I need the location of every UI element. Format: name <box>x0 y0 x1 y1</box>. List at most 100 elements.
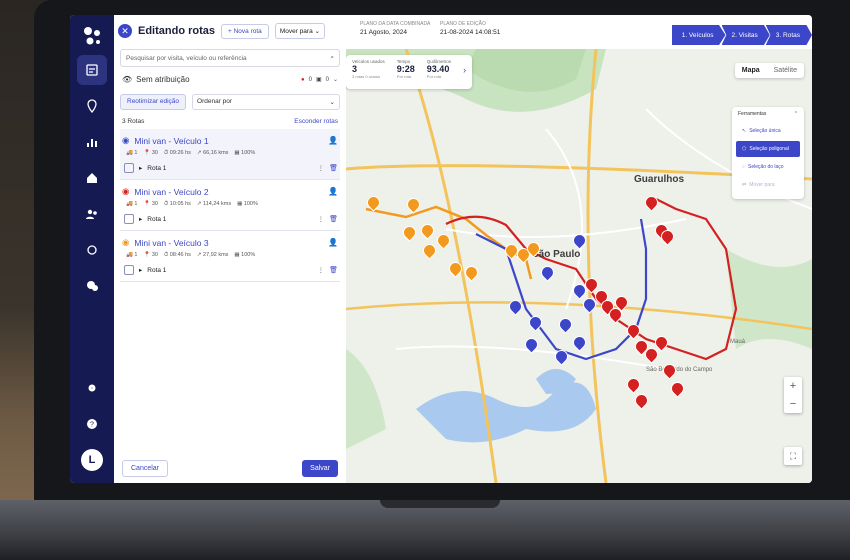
top-bar: PLANO DA DATA COMBINADA 21 Agosto, 2024 … <box>346 15 812 49</box>
step-routes[interactable]: 3. Rotas <box>765 25 812 45</box>
location-pin-icon[interactable] <box>77 91 107 121</box>
sort-chevron-icon: ⌄ <box>329 99 335 106</box>
unassigned-count-b: 0 <box>325 76 329 83</box>
map-type-map[interactable]: Mapa <box>735 63 767 78</box>
expand-chevron-icon[interactable]: ⌄ <box>333 76 338 83</box>
edited-value: 21-08-2024 14:08:51 <box>440 29 501 36</box>
tool-polygon-select[interactable]: ⬠ Seleção poligonal <box>736 141 800 157</box>
vehicle-eye-icon[interactable]: ◉ <box>122 186 129 197</box>
stepper: 1. Veículos 2. Visitas 3. Rotas <box>671 25 812 45</box>
avatar[interactable]: L <box>81 449 103 471</box>
unassigned-count-a: 0 <box>308 76 312 83</box>
stat-load-value: 100% <box>243 201 258 207</box>
search-placeholder: Pesquisar por visita, veículo ou referên… <box>126 54 247 62</box>
new-route-button[interactable]: + Nova rota <box>221 23 269 39</box>
stat-sub: Por rota <box>426 74 442 79</box>
more-options-icon[interactable]: ⋮ <box>318 215 325 223</box>
reoptimize-button[interactable]: Reotimizar edição <box>120 94 187 110</box>
zoom-control: + − <box>784 377 802 413</box>
step-visits[interactable]: 2. Visitas <box>721 25 770 45</box>
stat-time-card: Tempo 9:28 Por rota <box>391 55 421 89</box>
tool-lasso-select[interactable]: ◌ Seleção do laço <box>736 159 800 175</box>
trash-icon[interactable]: 🗑 <box>329 266 338 274</box>
driver-icon[interactable]: 👤 <box>328 136 338 145</box>
route-row[interactable]: ▸ Rota 1 ⋮ 🗑 <box>124 214 338 224</box>
map-type-toggle: Mapa Satélite <box>734 63 804 78</box>
tool-single-select[interactable]: ↖ Seleção única <box>736 123 800 139</box>
route-row[interactable]: ▸ Rota 1 ⋮ 🗑 <box>124 163 338 173</box>
stat-vehicles: 🚚 1 <box>126 150 138 156</box>
route-checkbox[interactable] <box>124 163 134 173</box>
expand-route-icon[interactable]: ▸ <box>139 215 142 223</box>
laptop-base <box>0 500 850 560</box>
vehicle-name: Mini van - Veículo 1 <box>134 135 209 146</box>
map-center-label: São Paulo <box>532 249 581 260</box>
route-row[interactable]: ▸ Rota 1 ⋮ 🗑 <box>124 265 338 275</box>
stat-distance-value: 114,24 kms <box>203 201 232 207</box>
search-input[interactable]: Pesquisar por visita, veículo ou referên… <box>120 49 340 67</box>
settings-circle-icon[interactable] <box>77 235 107 265</box>
unassigned-section[interactable]: 👁 Sem atribuição ● 0 ▣ 0 ⌄ <box>114 69 346 90</box>
stat-vehicles-used: Veículos usados 3 3 rotas 0 ocioso <box>346 55 391 89</box>
vehicle-card[interactable]: ◉ Mini van - Veículo 1 👤 🚚 1 📍 30 ⏱ 09:2… <box>120 129 340 180</box>
action-row: Reotimizar edição Ordenar por ⌄ <box>114 90 346 114</box>
collapse-icon[interactable]: ⌃ <box>794 111 798 117</box>
stat-time-value: 08:46 hs <box>169 252 191 258</box>
routes-nav-icon[interactable] <box>77 55 107 85</box>
vehicle-name: Mini van - Veículo 2 <box>134 186 209 197</box>
vehicle-card[interactable]: ◉ Mini van - Veículo 2 👤 🚚 1 📍 30 ⏱ 10:0… <box>120 180 340 231</box>
move-to-select[interactable]: Mover para ⌄ <box>274 23 325 39</box>
map-city-label: Guarulhos <box>634 174 685 185</box>
home-icon[interactable] <box>77 163 107 193</box>
app-logo-icon[interactable] <box>79 23 105 49</box>
stat-sub: Por rota <box>396 74 412 79</box>
map-view[interactable]: Guarulhos São Paulo Mauá São Bernardo do… <box>346 49 812 483</box>
trash-icon[interactable]: 🗑 <box>329 215 338 223</box>
more-options-icon[interactable]: ⋮ <box>318 164 325 172</box>
sort-select[interactable]: Ordenar por ⌄ <box>192 94 340 110</box>
help-icon[interactable]: ? <box>77 409 107 439</box>
tools-header: Ferramentas ⌃ <box>732 111 804 121</box>
fullscreen-icon[interactable]: ⛶ <box>784 447 802 465</box>
stat-load-value: 100% <box>241 252 256 258</box>
stat-visits-value: 30 <box>151 201 158 207</box>
hide-routes-link[interactable]: Esconder rotas <box>294 118 338 125</box>
stat-visits-value: 30 <box>151 150 158 156</box>
edited-label: PLANO DE EDIÇÃO <box>440 21 486 27</box>
trash-icon[interactable]: 🗑 <box>329 164 338 172</box>
stat-distance: ↗ 66,16 kms <box>196 150 229 156</box>
driver-icon[interactable]: 👤 <box>328 187 338 196</box>
driver-icon[interactable]: 👤 <box>328 238 338 247</box>
tool-label: Seleção poligonal <box>749 146 789 152</box>
chat-icon[interactable] <box>77 271 107 301</box>
step-vehicles[interactable]: 1. Veículos <box>671 25 726 45</box>
tool-move-to[interactable]: ⇄ Mover para <box>736 177 800 193</box>
stats-next-icon[interactable]: › <box>457 55 472 89</box>
analytics-icon[interactable] <box>77 127 107 157</box>
cancel-button[interactable]: Cancelar <box>122 459 169 477</box>
vehicle-eye-icon[interactable]: ◉ <box>122 135 129 146</box>
zoom-in-button[interactable]: + <box>784 377 802 395</box>
save-button[interactable]: Salvar <box>302 459 338 477</box>
zoom-out-button[interactable]: − <box>784 395 802 413</box>
team-icon[interactable] <box>77 199 107 229</box>
route-checkbox[interactable] <box>124 265 134 275</box>
vehicle-eye-icon[interactable]: ◉ <box>122 237 129 248</box>
move-to-label: Mover para <box>279 28 313 35</box>
more-options-icon[interactable]: ⋮ <box>318 266 325 274</box>
expand-route-icon[interactable]: ▸ <box>139 266 142 274</box>
map-type-satellite[interactable]: Satélite <box>767 63 804 78</box>
stat-load: ▦ 100% <box>234 150 256 156</box>
expand-route-icon[interactable]: ▸ <box>139 164 142 172</box>
stat-distance: ↗ 114,24 kms <box>196 201 232 207</box>
back-icon[interactable]: ✕ <box>118 24 132 38</box>
gear-icon[interactable] <box>77 373 107 403</box>
stat-visits: 📍 30 <box>143 201 158 207</box>
stat-value: 93.40 <box>426 64 450 74</box>
nav-rail: ? L <box>70 15 114 483</box>
unassigned-counts: ● 0 ▣ 0 ⌄ <box>301 76 338 84</box>
route-name: Rota 1 <box>147 215 167 223</box>
stat-distance: ↗ 27,92 kms <box>196 252 229 258</box>
vehicle-card[interactable]: ◉ Mini van - Veículo 3 👤 🚚 1 📍 30 ⏱ 08:4… <box>120 231 340 282</box>
route-checkbox[interactable] <box>124 214 134 224</box>
